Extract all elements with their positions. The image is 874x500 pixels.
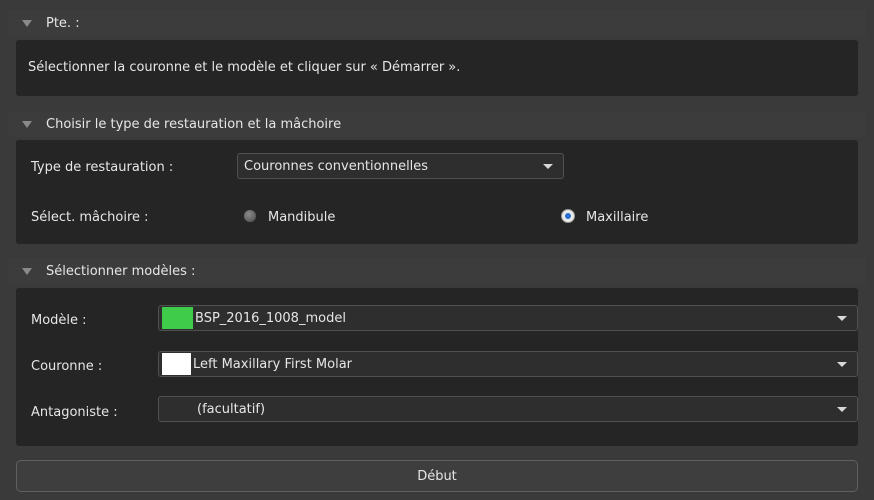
model-value: BSP_2016_1008_model	[195, 310, 346, 326]
restoration-type-label: Type de restauration :	[31, 160, 174, 175]
models-panel: Modèle : BSP_2016_1008_model Couronne : …	[16, 288, 858, 446]
section-title: Pte. :	[46, 15, 80, 31]
restoration-panel: Type de restauration : Couronnes convent…	[16, 140, 858, 244]
chevron-down-icon	[837, 362, 847, 367]
jaw-label: Sélect. mâchoire :	[31, 210, 149, 225]
radio-maxillaire[interactable]	[561, 209, 575, 223]
antagonist-label: Antagoniste :	[31, 405, 118, 420]
antagonist-select[interactable]: (facultatif)	[158, 396, 858, 422]
model-color-swatch	[162, 307, 193, 329]
crown-select[interactable]: Left Maxillary First Molar	[158, 351, 858, 377]
model-select[interactable]: BSP_2016_1008_model	[158, 305, 858, 331]
collapse-triangle-icon[interactable]	[22, 120, 32, 128]
chevron-down-icon	[543, 164, 553, 169]
chevron-down-icon	[837, 316, 847, 321]
section-title: Choisir le type de restauration et la mâ…	[46, 116, 342, 132]
instructions-panel: Sélectionner la couronne et le modèle et…	[16, 40, 858, 96]
crown-label: Couronne :	[31, 359, 103, 374]
section-title: Sélectionner modèles :	[46, 263, 196, 279]
radio-maxillaire-label[interactable]: Maxillaire	[586, 210, 648, 225]
instructions-text: Sélectionner la couronne et le modèle et…	[28, 60, 461, 75]
section-header-models[interactable]: Sélectionner modèles :	[8, 258, 866, 284]
collapse-triangle-icon[interactable]	[22, 267, 32, 275]
model-label: Modèle :	[31, 313, 87, 328]
start-button-label: Début	[417, 468, 457, 484]
crown-value: Left Maxillary First Molar	[193, 356, 353, 372]
chevron-down-icon	[837, 407, 847, 412]
start-button[interactable]: Début	[16, 460, 858, 492]
antagonist-value: (facultatif)	[197, 401, 266, 417]
crown-color-swatch	[162, 353, 191, 375]
restoration-type-select[interactable]: Couronnes conventionnelles	[237, 153, 564, 179]
restoration-type-value: Couronnes conventionnelles	[244, 158, 429, 174]
section-header-restoration[interactable]: Choisir le type de restauration et la mâ…	[8, 111, 866, 137]
radio-mandibule-label[interactable]: Mandibule	[268, 210, 335, 225]
collapse-triangle-icon[interactable]	[22, 19, 32, 27]
radio-mandibule[interactable]	[243, 209, 257, 223]
section-header-patient[interactable]: Pte. :	[8, 10, 866, 36]
